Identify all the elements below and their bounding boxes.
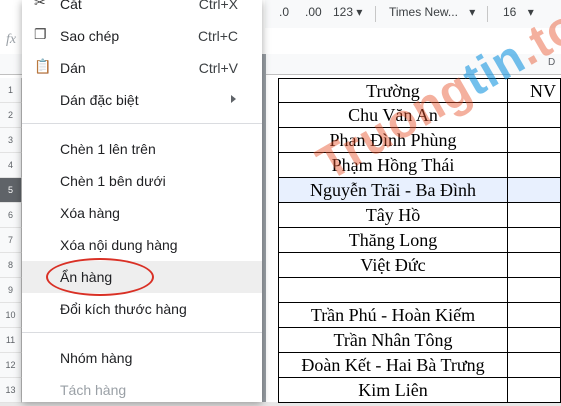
menu-item-paste-special[interactable]: Dán đặc biệt xyxy=(22,84,262,116)
menu-item-cut-shortcut: Ctrl+X xyxy=(198,0,238,12)
row-header[interactable]: 1 xyxy=(0,78,22,103)
toolbar-divider xyxy=(375,6,376,22)
menu-item-delete-row[interactable]: Xóa hàng xyxy=(22,197,262,229)
chevron-right-icon xyxy=(231,95,236,103)
row-header[interactable]: 11 xyxy=(0,328,22,353)
increase-decimal-button[interactable]: .00 xyxy=(305,5,322,19)
fx-label: fx xyxy=(6,32,17,47)
table-cell[interactable] xyxy=(508,228,561,253)
table-cell[interactable] xyxy=(508,328,561,353)
menu-item-clear-row[interactable]: Xóa nội dung hàng xyxy=(22,229,262,261)
table-cell[interactable]: Đoàn Kết - Hai Bà Trưng xyxy=(278,353,508,378)
row-header[interactable]: 8 xyxy=(0,253,22,278)
decrease-decimal-button[interactable]: .0 xyxy=(279,5,289,19)
menu-item-cut[interactable]: ✂ Cắt Ctrl+X xyxy=(22,0,262,20)
clipboard-icon: 📋 xyxy=(34,58,52,74)
row-header[interactable]: 9 xyxy=(0,278,22,303)
row-header[interactable]: 6 xyxy=(0,203,22,228)
table-cell[interactable]: Thăng Long xyxy=(278,228,508,253)
row-header[interactable]: 2 xyxy=(0,103,22,128)
menu-item-insert-above[interactable]: Chèn 1 lên trên xyxy=(22,133,262,165)
menu-item-insert-below[interactable]: Chèn 1 bên dưới xyxy=(22,165,262,197)
context-menu: ✂ Cắt Ctrl+X ❐ Sao chép Ctrl+C 📋 Dán Ctr… xyxy=(22,0,262,402)
chevron-down-icon: ▾ xyxy=(356,5,363,19)
menu-item-group-row-label: Nhóm hàng xyxy=(60,350,133,366)
menu-item-ungroup-row-label: Tách hàng xyxy=(60,382,127,398)
menu-item-paste[interactable]: 📋 Dán Ctrl+V xyxy=(22,52,262,84)
font-family-label: Times New... xyxy=(389,5,458,19)
table-cell[interactable] xyxy=(508,303,561,328)
table-cell[interactable]: Trần Nhân Tông xyxy=(278,328,508,353)
menu-item-paste-special-label: Dán đặc biệt xyxy=(60,92,139,108)
table-cell[interactable] xyxy=(508,203,561,228)
chevron-down-icon: ▾ xyxy=(469,5,476,19)
table-cell[interactable] xyxy=(508,253,561,278)
menu-item-resize-row[interactable]: Đổi kích thước hàng xyxy=(22,293,262,325)
font-family-select[interactable]: Times New... ▾ xyxy=(389,5,475,19)
table-cell[interactable] xyxy=(508,103,561,128)
copy-icon: ❐ xyxy=(34,26,47,42)
table-cell[interactable] xyxy=(508,153,561,178)
row-header[interactable]: 10 xyxy=(0,303,22,328)
menu-item-resize-row-label: Đổi kích thước hàng xyxy=(60,301,187,317)
number-format-label: 123 xyxy=(333,5,354,19)
scissors-icon: ✂ xyxy=(34,0,46,10)
menu-divider xyxy=(22,332,262,333)
table-cell[interactable] xyxy=(508,278,561,303)
menu-item-copy[interactable]: ❐ Sao chép Ctrl+C xyxy=(22,20,262,52)
menu-item-insert-below-label: Chèn 1 bên dưới xyxy=(60,173,166,189)
row-header[interactable]: 12 xyxy=(0,353,22,378)
table-cell[interactable]: Việt Đức xyxy=(278,253,508,278)
table-cell[interactable] xyxy=(508,178,561,203)
font-size-label: 16 xyxy=(503,5,517,19)
menu-item-paste-shortcut: Ctrl+V xyxy=(198,60,238,76)
table-cell[interactable] xyxy=(508,378,561,403)
table-cell[interactable]: Nguyễn Trãi - Ba Đình xyxy=(278,178,508,203)
menu-item-group-row[interactable]: Nhóm hàng xyxy=(22,342,262,374)
menu-item-copy-label: Sao chép xyxy=(60,28,120,44)
row-header[interactable]: 7 xyxy=(0,228,22,253)
row-header[interactable]: 5 xyxy=(0,178,22,203)
menu-item-paste-label: Dán xyxy=(60,60,86,76)
row-header[interactable]: 4 xyxy=(0,153,22,178)
row-header[interactable]: 3 xyxy=(0,128,22,153)
menu-item-ungroup-row: Tách hàng xyxy=(22,374,262,406)
table-cell[interactable]: Kim Liên xyxy=(278,378,508,403)
menu-divider xyxy=(22,123,262,124)
menu-item-copy-shortcut: Ctrl+C xyxy=(197,28,238,44)
menu-item-insert-above-label: Chèn 1 lên trên xyxy=(60,141,156,157)
table-cell[interactable] xyxy=(508,128,561,153)
number-format-button[interactable]: 123 ▾ xyxy=(333,5,362,19)
column-a-highlight xyxy=(262,54,266,402)
menu-item-delete-row-label: Xóa hàng xyxy=(60,205,120,221)
table-cell[interactable]: Tây Hồ xyxy=(278,203,508,228)
table-cell[interactable] xyxy=(278,278,508,303)
highlight-circle xyxy=(46,258,154,296)
toolbar-divider xyxy=(487,6,488,22)
menu-item-clear-row-label: Xóa nội dung hàng xyxy=(60,237,178,253)
table-cell[interactable]: Trần Phú - Hoàn Kiếm xyxy=(278,303,508,328)
table-cell[interactable] xyxy=(508,353,561,378)
row-header[interactable]: 13 xyxy=(0,378,22,403)
menu-item-cut-label: Cắt xyxy=(60,0,82,12)
